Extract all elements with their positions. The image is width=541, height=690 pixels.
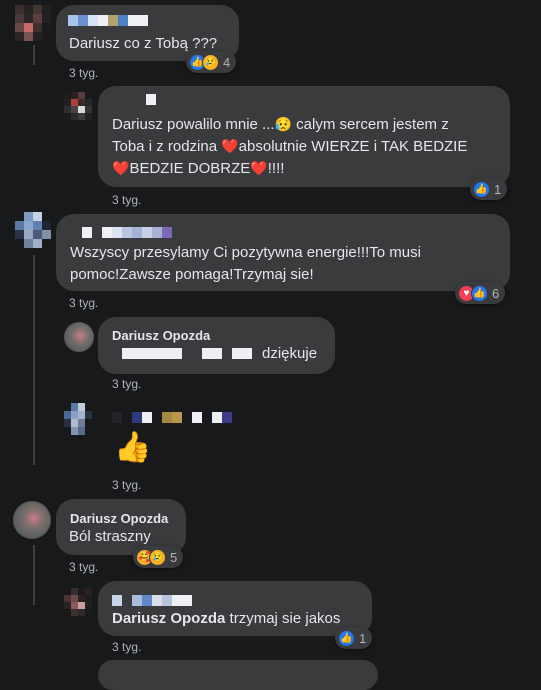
comment-text-line: Wszyscy przesylamy Ci pozytywna energie!… <box>70 244 421 261</box>
reaction-summary[interactable]: ♥ 👍 6 <box>455 282 506 304</box>
thumbs-up-emoji: 👍 <box>114 431 152 464</box>
comment-bubble: Dariusz Opozda dziękuje <box>98 317 335 374</box>
avatar[interactable] <box>15 5 51 41</box>
mention-redacted[interactable] <box>122 348 252 359</box>
avatar[interactable] <box>64 322 94 352</box>
like-icon: 👍 <box>471 284 488 302</box>
like-icon: 👍 <box>473 180 490 198</box>
mention-name[interactable]: Dariusz Opozda <box>112 610 225 627</box>
reaction-count: 4 <box>223 54 231 70</box>
comment-time[interactable]: 3 tyg. <box>69 66 98 80</box>
thread-line <box>33 45 35 65</box>
comment-bubble: Wszyscy przesylamy Ci pozytywna energie!… <box>56 214 510 291</box>
comment-text-line: Dariusz powalilo mnie ...😥 calym sercem … <box>112 116 449 133</box>
comment-bubble: Dariusz powalilo mnie ...😥 calym sercem … <box>98 86 510 187</box>
comment-text-line: pomoc!Zawsze pomaga!Trzymaj sie! <box>70 266 314 283</box>
sad-face-emoji: 😥 <box>274 116 292 132</box>
comment-text-line: Toba i z rodzina ❤️absolutnie WIERZE i T… <box>112 138 468 155</box>
comment-time[interactable]: 3 tyg. <box>112 377 141 391</box>
thread-line <box>33 545 35 605</box>
author-name-redacted[interactable] <box>68 15 148 26</box>
sad-icon: 😢 <box>202 53 219 71</box>
reaction-count: 6 <box>492 285 500 301</box>
avatar[interactable] <box>64 92 92 120</box>
avatar[interactable] <box>64 403 92 435</box>
comment-bubble: Dariusz Opozda trzymaj sie jakos <box>98 581 372 636</box>
author-name[interactable]: Dariusz Opozda <box>112 328 210 343</box>
comment-text-line: ❤️BEDZIE DOBRZE❤️!!!! <box>112 160 285 177</box>
comment-text: dziękuje <box>262 345 318 362</box>
reaction-count: 5 <box>170 549 178 565</box>
avatar[interactable] <box>13 501 51 539</box>
comment-time[interactable]: 3 tyg. <box>112 193 141 207</box>
like-icon: 👍 <box>338 629 355 647</box>
sad-icon: 😢 <box>149 548 166 566</box>
author-name-redacted[interactable] <box>146 94 156 105</box>
comment-time[interactable]: 3 tyg. <box>69 560 98 574</box>
author-name-redacted[interactable] <box>112 595 192 606</box>
reaction-count: 1 <box>359 630 367 646</box>
comment-time[interactable]: 3 tyg. <box>112 478 141 492</box>
avatar[interactable] <box>64 588 92 616</box>
heart-emoji: ❤️ <box>250 160 268 176</box>
author-name-redacted[interactable] <box>112 412 232 423</box>
thread-line <box>33 255 35 465</box>
reaction-summary[interactable]: 👍 1 <box>470 178 508 200</box>
comment-text-line: Dariusz Opozda trzymaj sie jakos <box>112 610 341 627</box>
heart-emoji: ❤️ <box>221 138 239 154</box>
author-name[interactable]: Dariusz Opozda <box>70 511 168 526</box>
reaction-summary[interactable]: 👍 1 <box>335 627 373 649</box>
comment-time[interactable]: 3 tyg. <box>112 640 141 654</box>
comment-bubble <box>98 660 378 690</box>
author-name-redacted[interactable] <box>82 227 172 238</box>
comment-time[interactable]: 3 tyg. <box>69 296 98 310</box>
reaction-summary[interactable]: 🥰 😢 5 <box>133 546 184 568</box>
reaction-summary[interactable]: 👍 😢 4 <box>186 51 237 73</box>
avatar[interactable] <box>15 212 51 248</box>
reaction-count: 1 <box>494 181 502 197</box>
comment-text: Ból straszny <box>69 528 151 545</box>
heart-emoji: ❤️ <box>112 160 130 176</box>
